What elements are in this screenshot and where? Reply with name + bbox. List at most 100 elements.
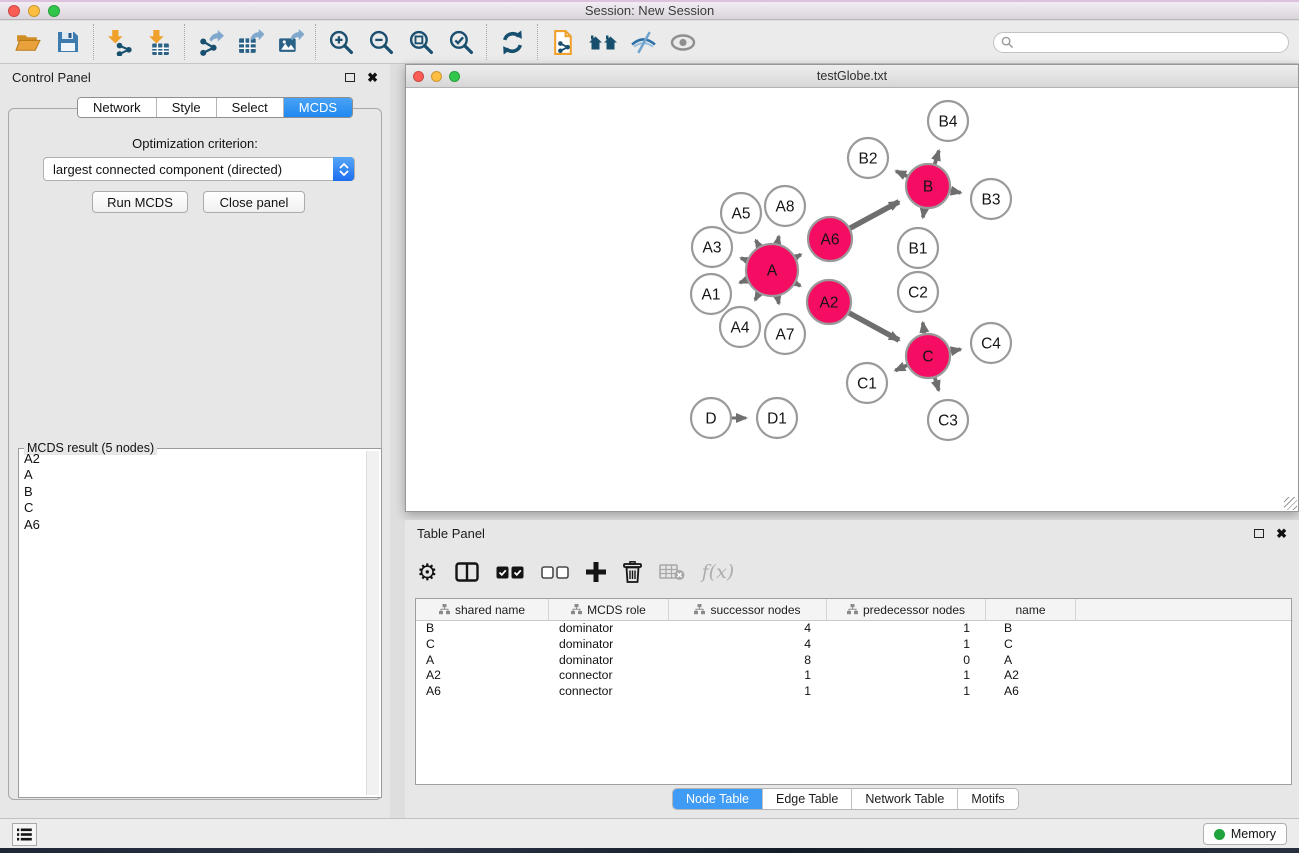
float-panel-icon[interactable] xyxy=(345,73,355,82)
graph-edge-A-A3[interactable] xyxy=(741,258,747,260)
graph-edge-C-C1[interactable] xyxy=(895,365,907,370)
node-table: shared name MCDS rolesuccessor nodes prede… xyxy=(415,598,1292,785)
tab-motifs[interactable]: Motifs xyxy=(957,789,1017,809)
main-title-bar: Session: New Session xyxy=(0,0,1299,20)
tab-edge-table[interactable]: Edge Table xyxy=(762,789,851,809)
show-hide-graphics-icon[interactable] xyxy=(623,24,663,60)
column-header-successor-nodes[interactable]: successor nodes xyxy=(669,599,827,620)
delete-table-icon[interactable] xyxy=(659,557,685,587)
column-header-name[interactable]: name xyxy=(986,599,1076,620)
network-canvas[interactable]: AA1A2A3A4A5A6A7A8BB1B2B3B4CC1C2C3C4DD1 xyxy=(406,88,1298,511)
table-row[interactable]: Bdominator41B xyxy=(416,621,1291,637)
table-panel-header: Table Panel ✖ xyxy=(405,520,1299,546)
toolbar-separator xyxy=(184,24,185,60)
graph-edge-A2-C[interactable] xyxy=(849,313,899,340)
graph-node-label: A4 xyxy=(731,320,750,337)
graph-edge-B-B1[interactable] xyxy=(923,209,924,218)
mcds-result-item[interactable]: C xyxy=(20,500,365,516)
export-network-icon[interactable] xyxy=(190,24,230,60)
column-header-mcds-role[interactable]: MCDS role xyxy=(549,599,669,620)
table-cell: 1 xyxy=(669,668,827,684)
run-mcds-button[interactable]: Run MCDS xyxy=(92,191,188,213)
control-panel-header: Control Panel ✖ xyxy=(0,64,390,90)
graph-edge-B-B3[interactable] xyxy=(951,191,961,193)
column-header-label: predecessor nodes xyxy=(863,603,965,617)
optimization-criterion-dropdown[interactable]: largest connected component (directed) xyxy=(43,157,355,181)
table-cell: C xyxy=(986,637,1076,653)
zoom-in-icon[interactable] xyxy=(321,24,361,60)
toolbar-separator xyxy=(93,24,94,60)
table-cell: A xyxy=(416,653,549,669)
graph-edge-A-A5[interactable] xyxy=(756,240,759,246)
new-network-file-icon[interactable] xyxy=(543,24,583,60)
tab-network-table[interactable]: Network Table xyxy=(851,789,957,809)
search-input[interactable] xyxy=(1019,35,1288,49)
table-cell-filler xyxy=(1076,637,1291,653)
graph-node-label: A3 xyxy=(703,240,722,257)
table-row[interactable]: A2connector11A2 xyxy=(416,668,1291,684)
tab-select[interactable]: Select xyxy=(216,98,283,117)
deselect-all-rows-icon[interactable] xyxy=(541,557,569,587)
graph-node-label: A5 xyxy=(732,206,751,223)
mcds-result-groupbox: MCDS result (5 nodes) A2ABCA6 xyxy=(18,448,382,798)
mcds-result-item[interactable]: B xyxy=(20,484,365,500)
tab-network[interactable]: Network xyxy=(78,98,156,117)
table-row[interactable]: Adominator80A xyxy=(416,653,1291,669)
column-header-predecessor-nodes[interactable]: predecessor nodes xyxy=(827,599,986,620)
refresh-view-icon[interactable] xyxy=(492,24,532,60)
close-panel-icon[interactable]: ✖ xyxy=(367,71,378,84)
mcds-result-item[interactable]: A6 xyxy=(20,517,365,533)
home-layout-icon[interactable] xyxy=(583,24,623,60)
mcds-result-item[interactable]: A xyxy=(20,467,365,483)
graph-edge-A-A1[interactable] xyxy=(740,280,747,283)
graph-edge-A-A2[interactable] xyxy=(796,283,801,286)
table-settings-gear-icon[interactable]: ⚙ xyxy=(417,557,438,587)
import-network-icon[interactable] xyxy=(99,24,139,60)
zoom-fit-icon[interactable] xyxy=(401,24,441,60)
mcds-result-scrollbar[interactable] xyxy=(366,451,379,795)
float-panel-icon[interactable] xyxy=(1254,529,1264,538)
graph-edge-C-C2[interactable] xyxy=(923,323,925,334)
mcds-result-item[interactable]: A2 xyxy=(20,451,365,467)
column-header-filler xyxy=(1076,599,1291,620)
save-session-icon[interactable] xyxy=(48,24,88,60)
close-panel-icon[interactable]: ✖ xyxy=(1276,527,1287,540)
column-header-shared-name[interactable]: shared name xyxy=(416,599,549,620)
export-table-icon[interactable] xyxy=(230,24,270,60)
window-resize-grip[interactable] xyxy=(1284,497,1297,510)
tab-node-table[interactable]: Node Table xyxy=(673,789,762,809)
close-panel-button[interactable]: Close panel xyxy=(203,191,305,213)
task-history-button[interactable] xyxy=(12,823,37,846)
graph-node-label: B4 xyxy=(939,114,958,131)
search-field[interactable] xyxy=(993,32,1289,53)
import-table-icon[interactable] xyxy=(139,24,179,60)
graph-edge-C-C4[interactable] xyxy=(951,349,961,351)
column-header-label: shared name xyxy=(455,603,525,617)
open-session-icon[interactable] xyxy=(8,24,48,60)
function-builder-icon[interactable]: f(x) xyxy=(702,557,735,587)
select-all-rows-icon[interactable] xyxy=(496,557,524,587)
tab-style[interactable]: Style xyxy=(156,98,216,117)
graph-edge-A6-B[interactable] xyxy=(850,202,899,228)
tab-mcds[interactable]: MCDS xyxy=(283,98,352,117)
graph-edge-A-A7[interactable] xyxy=(777,296,778,303)
graph-node-label: A xyxy=(767,263,778,280)
graph-edge-A-A4[interactable] xyxy=(755,294,759,300)
zoom-selected-icon[interactable] xyxy=(441,24,481,60)
graph-edge-C-C3[interactable] xyxy=(935,378,939,390)
export-image-icon[interactable] xyxy=(270,24,310,60)
mcds-result-list[interactable]: A2ABCA6 xyxy=(20,451,365,796)
table-row[interactable]: A6connector11A6 xyxy=(416,684,1291,700)
show-column-icon[interactable] xyxy=(455,557,479,587)
add-column-icon[interactable] xyxy=(586,557,606,587)
graph-edge-B-B2[interactable] xyxy=(896,171,907,176)
memory-button[interactable]: Memory xyxy=(1203,823,1287,845)
graph-edge-A-A8[interactable] xyxy=(777,236,778,243)
table-cell: A2 xyxy=(416,668,549,684)
graph-edge-A-A6[interactable] xyxy=(796,255,801,258)
table-row[interactable]: Cdominator41C xyxy=(416,637,1291,653)
graph-edge-B-B4[interactable] xyxy=(935,151,939,164)
zoom-out-icon[interactable] xyxy=(361,24,401,60)
preview-eye-icon[interactable] xyxy=(663,24,703,60)
delete-column-icon[interactable] xyxy=(623,557,642,587)
